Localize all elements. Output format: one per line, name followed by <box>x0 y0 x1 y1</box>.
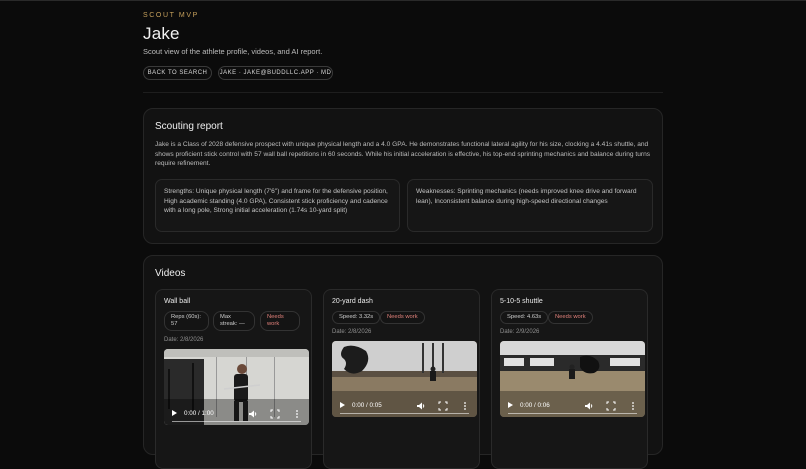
video-card-wall-ball: Wall ball Reps (60s): 57 Max streak: — N… <box>155 289 312 469</box>
video-time: 0:00 / 0:05 <box>352 402 382 409</box>
fullscreen-icon[interactable] <box>270 409 280 419</box>
volume-icon[interactable] <box>248 409 258 419</box>
weaknesses-box: Weaknesses: Sprinting mechanics (needs i… <box>407 179 653 232</box>
page-title: Jake <box>143 24 180 43</box>
fullscreen-icon[interactable] <box>606 401 616 411</box>
videos-title: Videos <box>155 268 186 279</box>
video-title: Wall ball <box>164 298 191 305</box>
needs-work-tag: Needs work <box>548 311 593 324</box>
progress-bar[interactable] <box>172 420 301 422</box>
more-options-icon[interactable] <box>628 401 638 411</box>
play-icon[interactable] <box>508 402 513 408</box>
app-eyebrow: SCOUT MVP <box>143 12 199 19</box>
scouting-report-title: Scouting report <box>155 121 223 132</box>
video-date: Date: 2/8/2026 <box>164 337 204 343</box>
scouting-report-card: Scouting report Jake is a Class of 2028 … <box>143 108 663 244</box>
video-player-5-10-5-shuttle[interactable]: 0:00 / 0:06 <box>500 341 645 417</box>
fullscreen-icon[interactable] <box>438 401 448 411</box>
video-date: Date: 2/9/2026 <box>500 329 540 335</box>
more-options-icon[interactable] <box>292 409 302 419</box>
video-card-20-yard-dash: 20-yard dash Speed: 3.32s Needs work Dat… <box>323 289 480 469</box>
play-icon[interactable] <box>172 410 177 416</box>
speed-tag: Speed: 3.32s <box>332 311 381 324</box>
page-subtitle: Scout view of the athlete profile, video… <box>143 47 323 56</box>
back-to-search-button[interactable]: BACK TO SEARCH <box>143 66 212 80</box>
more-options-icon[interactable] <box>460 401 470 411</box>
max-streak-tag: Max streak: — <box>213 311 255 331</box>
player-controls: 0:00 / 0:05 <box>332 391 477 417</box>
video-card-5-10-5-shuttle: 5-10-5 shuttle Speed: 4.63s Needs work D… <box>491 289 648 469</box>
video-time: 0:00 / 1:00 <box>184 410 214 417</box>
needs-work-tag: Needs work <box>380 311 425 324</box>
video-title: 5-10-5 shuttle <box>500 298 543 305</box>
videos-card: Videos Wall ball Reps (60s): 57 Max stre… <box>143 255 663 469</box>
play-icon[interactable] <box>340 402 345 408</box>
video-player-20-yard-dash[interactable]: 0:00 / 0:05 <box>332 341 477 417</box>
video-title: 20-yard dash <box>332 298 373 305</box>
video-player-wall-ball[interactable]: 0:00 / 1:00 <box>164 349 309 425</box>
volume-icon[interactable] <box>416 401 426 411</box>
header-divider <box>143 92 663 93</box>
reps-tag: Reps (60s): 57 <box>164 311 209 331</box>
progress-bar[interactable] <box>508 412 637 414</box>
player-controls: 0:00 / 1:00 <box>164 399 309 425</box>
volume-icon[interactable] <box>584 401 594 411</box>
scouting-report-summary: Jake is a Class of 2028 defensive prospe… <box>155 141 651 167</box>
video-date: Date: 2/8/2026 <box>332 329 372 335</box>
speed-tag: Speed: 4.63s <box>500 311 549 324</box>
player-controls: 0:00 / 0:06 <box>500 391 645 417</box>
needs-work-tag: Needs work <box>260 311 300 331</box>
progress-bar[interactable] <box>340 412 469 414</box>
strengths-box: Strengths: Unique physical length (7'6")… <box>155 179 400 232</box>
video-time: 0:00 / 0:06 <box>520 402 550 409</box>
user-info-badge: JAKE · JAKE@BUDDLLC.APP · MD <box>218 66 333 80</box>
